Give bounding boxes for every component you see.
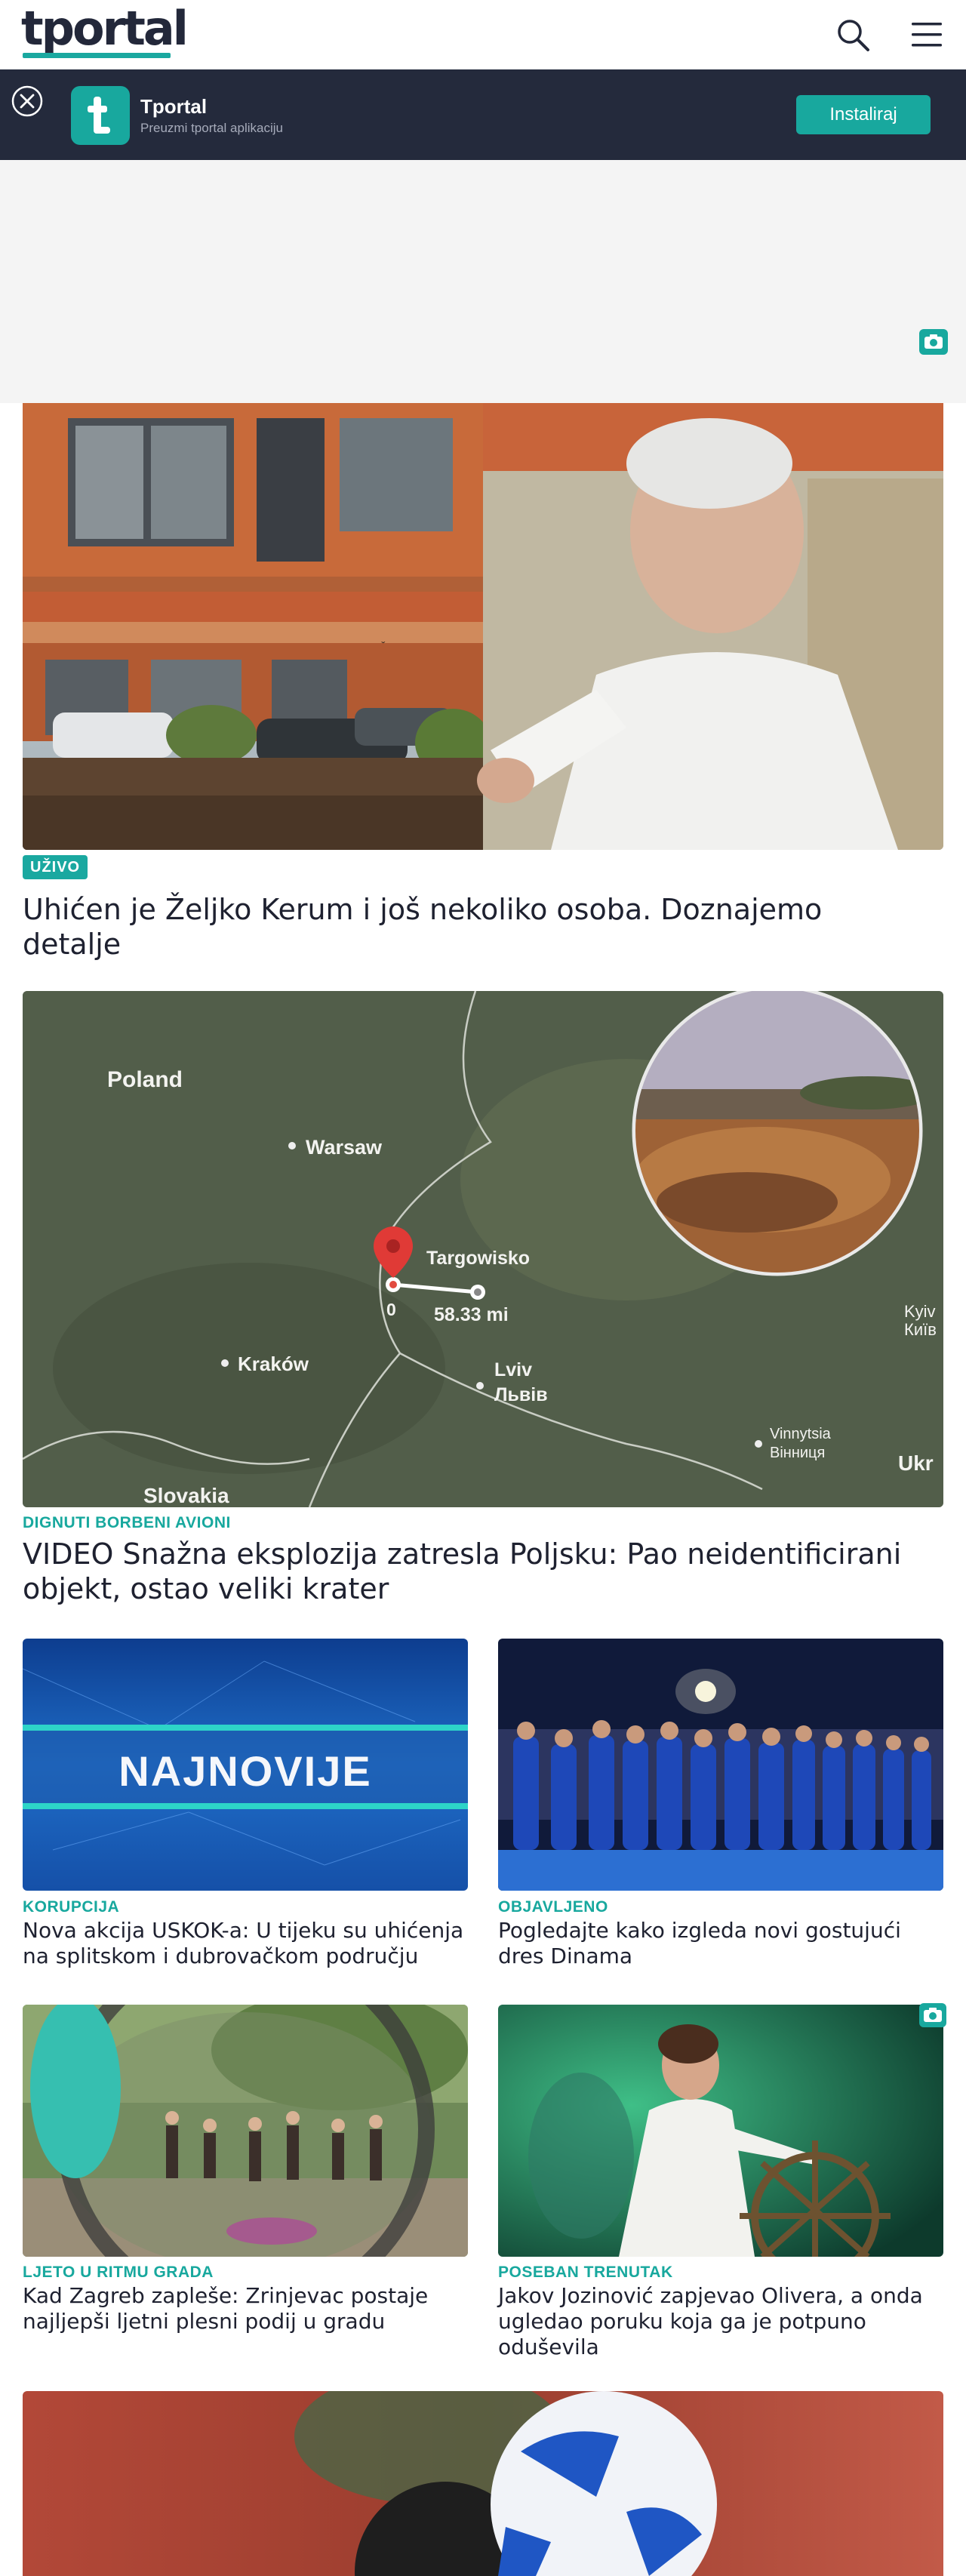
grid-title-3[interactable]: Kad Zagreb zapleše: Zrinjevac postaje na… xyxy=(23,2283,468,2334)
site-header: tportal xyxy=(0,0,966,69)
app-install-banner: Tportal Preuzmi tportal aplikaciju Insta… xyxy=(0,69,966,160)
menu-icon[interactable] xyxy=(910,20,943,50)
grid-title-4[interactable]: Jakov Jozinović zapjevao Olivera, a onda… xyxy=(498,2283,943,2360)
map-label-zero: 0 xyxy=(386,1300,396,1319)
map-article-title[interactable]: VIDEO Snažna eksplozija zatresla Poljsku… xyxy=(23,1537,928,1606)
live-badge: UŽIVO xyxy=(23,855,88,879)
map-label-lviv-cyr: Львів xyxy=(494,1384,548,1405)
map-label-slovakia: Slovakia xyxy=(143,1484,229,1507)
map-label-kyiv: Kyiv xyxy=(904,1302,936,1321)
map-article-kicker: DIGNUTI BORBENI AVIONI xyxy=(23,1514,231,1531)
map-label-vinnytsia: Vinnytsia xyxy=(770,1426,832,1442)
najnovije-image[interactable]: NAJNOVIJE xyxy=(23,1639,468,1891)
close-icon[interactable] xyxy=(11,85,44,118)
map-label-lviv: Lviv xyxy=(494,1359,532,1380)
map-label-distance: 58.33 mi xyxy=(434,1304,509,1325)
zrinjevac-dance-image[interactable] xyxy=(23,2005,468,2257)
grid-kicker-1: KORUPCIJA xyxy=(23,1898,120,1916)
map-article-image[interactable]: Poland Warsaw Targowisko 0 58.33 mi Krak… xyxy=(23,991,943,1507)
jozinovic-concert-image[interactable] xyxy=(498,2005,943,2257)
logo-underline xyxy=(23,53,171,58)
map-label-poland: Poland xyxy=(107,1067,183,1092)
najnovije-text: NAJNOVIJE xyxy=(118,1747,371,1795)
map-label-krakow: Kraków xyxy=(238,1353,309,1375)
ad-placeholder xyxy=(0,160,966,403)
map-label-targowisko: Targowisko xyxy=(426,1248,530,1269)
app-subtitle: Preuzmi tportal aplikaciju xyxy=(140,121,283,135)
t-logo-icon xyxy=(88,97,110,134)
app-name: Tportal xyxy=(140,95,208,118)
lead-article-image[interactable]: KONOBA PIZZERIA PRŠUT xyxy=(23,403,943,850)
football-article-image[interactable] xyxy=(23,2391,943,2576)
grid-kicker-4: POSEBAN TRENUTAK xyxy=(498,2264,673,2281)
grid-title-1[interactable]: Nova akcija USKOK-a: U tijeku su uhićenj… xyxy=(23,1918,468,1969)
search-icon[interactable] xyxy=(835,17,871,53)
map-label-vinnytsia-cyr: Вінниця xyxy=(770,1445,825,1461)
grid-kicker-3: LJETO U RITMU GRADA xyxy=(23,2264,214,2281)
grid-kicker-2: OBJAVLJENO xyxy=(498,1898,608,1916)
dinamo-jersey-image[interactable] xyxy=(498,1639,943,1891)
grid-title-2[interactable]: Pogledajte kako izgleda novi gostujući d… xyxy=(498,1918,943,1969)
lead-article-title[interactable]: Uhićen je Željko Kerum i još nekoliko os… xyxy=(23,892,928,962)
tportal-app-icon xyxy=(71,86,130,145)
install-button[interactable]: Instaliraj xyxy=(796,95,931,134)
camera-icon xyxy=(919,329,948,355)
map-label-kyiv-cyr: Київ xyxy=(904,1320,937,1339)
tportal-logo[interactable]: tportal xyxy=(21,5,189,52)
map-label-warsaw: Warsaw xyxy=(306,1136,383,1159)
map-label-ukraine: Ukr xyxy=(898,1451,934,1475)
camera-icon xyxy=(919,2003,946,2027)
